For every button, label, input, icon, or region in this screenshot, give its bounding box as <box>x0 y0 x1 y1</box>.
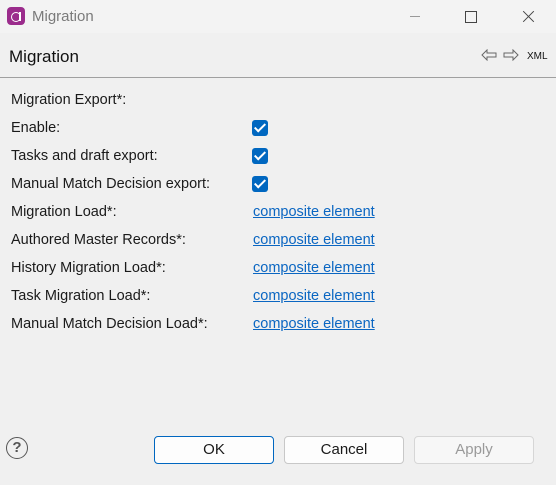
form-row-tasks-draft-export: Tasks and draft export: <box>0 142 556 170</box>
manual-match-decision-load-link[interactable]: composite element <box>253 316 375 332</box>
help-icon[interactable]: ? <box>6 437 28 459</box>
page-header: Migration XML <box>0 33 556 78</box>
field-label: Enable: <box>11 120 61 136</box>
field-label: Tasks and draft export: <box>11 148 158 164</box>
arrow-left-icon[interactable] <box>481 49 497 61</box>
manual-match-decision-export-checkbox[interactable] <box>252 176 268 192</box>
form-row-manual-match-load: Manual Match Decision Load*: composite e… <box>0 310 556 338</box>
form-row-manual-match-export: Manual Match Decision export: <box>0 170 556 198</box>
minimize-button[interactable] <box>392 0 438 33</box>
field-label: History Migration Load*: <box>11 260 166 276</box>
cancel-button[interactable]: Cancel <box>284 436 404 464</box>
page-title: Migration <box>9 47 79 66</box>
title-bar: Migration <box>0 0 556 33</box>
apply-button[interactable]: Apply <box>414 436 534 464</box>
arrow-right-icon[interactable] <box>503 49 519 61</box>
ok-button[interactable]: OK <box>154 436 274 464</box>
form-row-enable: Enable: <box>0 114 556 142</box>
field-label: Authored Master Records*: <box>11 232 186 248</box>
field-label: Task Migration Load*: <box>11 288 151 304</box>
field-label: Migration Load*: <box>11 204 117 220</box>
xml-view-button[interactable]: XML <box>527 51 548 62</box>
task-migration-load-link[interactable]: composite element <box>253 288 375 304</box>
field-label: Manual Match Decision Load*: <box>11 316 208 332</box>
form-row-authored-master-records: Authored Master Records*: composite elem… <box>0 226 556 254</box>
form-row-migration-load: Migration Load*: composite element <box>0 198 556 226</box>
section-label-migration-export: Migration Export*: <box>11 92 127 108</box>
authored-master-records-link[interactable]: composite element <box>253 232 375 248</box>
field-label: Manual Match Decision export: <box>11 176 211 192</box>
window-title: Migration <box>32 8 94 25</box>
form-row-migration-export: Migration Export*: <box>0 86 556 114</box>
form-row-history-migration-load: History Migration Load*: composite eleme… <box>0 254 556 282</box>
migration-load-link[interactable]: composite element <box>253 204 375 220</box>
app-icon <box>7 7 25 25</box>
form-row-task-migration-load: Task Migration Load*: composite element <box>0 282 556 310</box>
history-migration-load-link[interactable]: composite element <box>253 260 375 276</box>
close-button[interactable] <box>506 0 552 33</box>
tasks-draft-export-checkbox[interactable] <box>252 148 268 164</box>
enable-checkbox[interactable] <box>252 120 268 136</box>
maximize-button[interactable] <box>446 0 492 33</box>
